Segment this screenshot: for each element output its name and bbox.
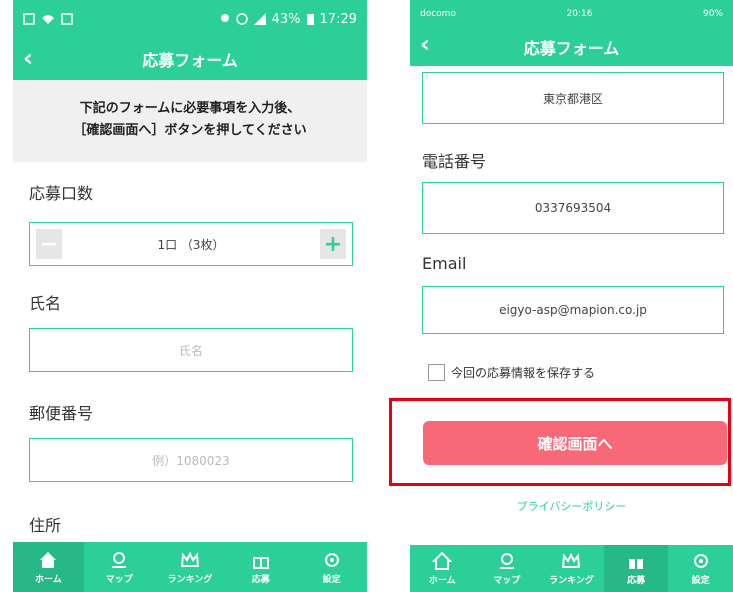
page-title: 応募フォーム (523, 39, 620, 58)
postal-label: 郵便番号 (29, 404, 94, 423)
tab-label: ホーム (428, 576, 456, 586)
gear-icon (693, 554, 708, 568)
tab-label: 応募 (251, 574, 270, 585)
activity-icon (61, 13, 73, 25)
phone-label: 電話番号 (422, 152, 487, 171)
gift-icon (629, 559, 644, 569)
email-value: eigyo-asp@mapion.co.jp (499, 303, 647, 317)
crown-icon (562, 552, 581, 568)
postal-field[interactable]: 例）1080023 (29, 438, 353, 482)
tab-apply[interactable]: 応募 (603, 545, 669, 592)
email-field[interactable]: eigyo-asp@mapion.co.jp (422, 286, 724, 334)
battery-percent: 90% (702, 9, 723, 19)
right-screen: docomo 20:16 90% ‹ 応募フォーム 東京都港区 電話番号 033… (410, 0, 733, 592)
privacy-link[interactable]: プライバシーポリシー (410, 498, 733, 514)
clock: 20:16 (566, 9, 593, 19)
tab-map[interactable]: マップ (84, 542, 155, 592)
tab-apply[interactable]: 応募 (225, 542, 296, 592)
tab-ranking[interactable]: ランキング (539, 545, 604, 592)
left-screen: 43% 17:29 ‹ 応募フォーム 下記のフォームに必要事項を入力後、 ［確認… (13, 0, 367, 592)
nav-bar: ‹ 応募フォーム (410, 28, 733, 66)
page-title: 応募フォーム (142, 51, 238, 70)
tab-label: 設定 (322, 574, 341, 585)
save-checkbox[interactable] (428, 364, 445, 381)
wifi-icon (42, 15, 54, 24)
name-field[interactable]: 氏名 (29, 328, 353, 372)
status-bar: 43% 17:29 (13, 0, 367, 38)
alarm-icon (235, 13, 248, 25)
clock: 17:29 (319, 11, 357, 27)
tab-settings[interactable]: 設定 (668, 545, 733, 592)
tab-label: マップ (493, 576, 521, 586)
battery-icon (306, 14, 314, 25)
tab-ranking[interactable]: ランキング (155, 542, 226, 592)
gear-icon (324, 552, 339, 567)
tab-label: 設定 (691, 576, 710, 586)
instruction-notice: 下記のフォームに必要事項を入力後、 ［確認画面へ］ボタンを押してください (13, 80, 367, 162)
back-button[interactable]: ‹ (420, 30, 430, 58)
highlight-frame (389, 398, 731, 486)
save-option[interactable]: 今回の応募情報を保存する (428, 364, 595, 381)
tab-bar: ホーム マップ ランキング 応募 設定 (13, 542, 367, 592)
count-stepper[interactable]: − 1口 （3枚） + (29, 222, 353, 266)
location-icon (220, 14, 229, 22)
crown-icon (180, 551, 200, 567)
image-icon (23, 13, 35, 25)
notification-icons (23, 13, 73, 25)
tab-bar: ホーム マップ ランキング 応募 設定 (410, 545, 733, 592)
minus-button[interactable]: − (36, 229, 62, 259)
tab-label: ホーム (35, 574, 62, 585)
tab-label: マップ (105, 574, 133, 585)
email-label: Email (422, 254, 467, 273)
address-field[interactable]: 東京都港区 (422, 72, 724, 124)
back-button[interactable]: ‹ (23, 44, 33, 72)
notice-line-2: ［確認画面へ］ボタンを押してください (73, 123, 307, 138)
tab-label: 応募 (627, 576, 646, 586)
count-label: 応募口数 (29, 184, 94, 203)
postal-placeholder: 例）1080023 (152, 453, 230, 468)
carrier: docomo (420, 9, 456, 19)
save-label: 今回の応募情報を保存する (451, 366, 596, 380)
phone-value: 0337693504 (534, 201, 612, 215)
signal-icon (253, 13, 266, 25)
map-pin-icon (112, 551, 127, 568)
tab-settings[interactable]: 設定 (296, 542, 367, 592)
map-pin-icon (499, 553, 514, 569)
plus-button[interactable]: + (320, 229, 346, 259)
battery-percent: 43% (271, 11, 301, 27)
tab-home[interactable]: ホーム (13, 542, 84, 592)
phone-field[interactable]: 0337693504 (422, 182, 724, 234)
gift-icon (252, 556, 269, 569)
name-placeholder: 氏名 (178, 343, 203, 358)
tab-label: ランキング (167, 574, 213, 585)
address-label: 住所 (29, 516, 62, 535)
nav-bar: ‹ 応募フォーム (13, 38, 367, 80)
home-icon (432, 551, 453, 570)
tab-label: ランキング (549, 576, 594, 586)
notice-line-1: 下記のフォームに必要事項を入力後、 (79, 101, 301, 116)
tab-map[interactable]: マップ (475, 545, 540, 592)
count-value: 1口 （3枚） (157, 237, 225, 252)
home-icon (40, 551, 57, 568)
address-value: 東京都港区 (542, 91, 603, 106)
tab-home[interactable]: ホーム (410, 545, 475, 592)
name-label: 氏名 (29, 294, 62, 313)
status-bar: docomo 20:16 90% (410, 0, 733, 28)
